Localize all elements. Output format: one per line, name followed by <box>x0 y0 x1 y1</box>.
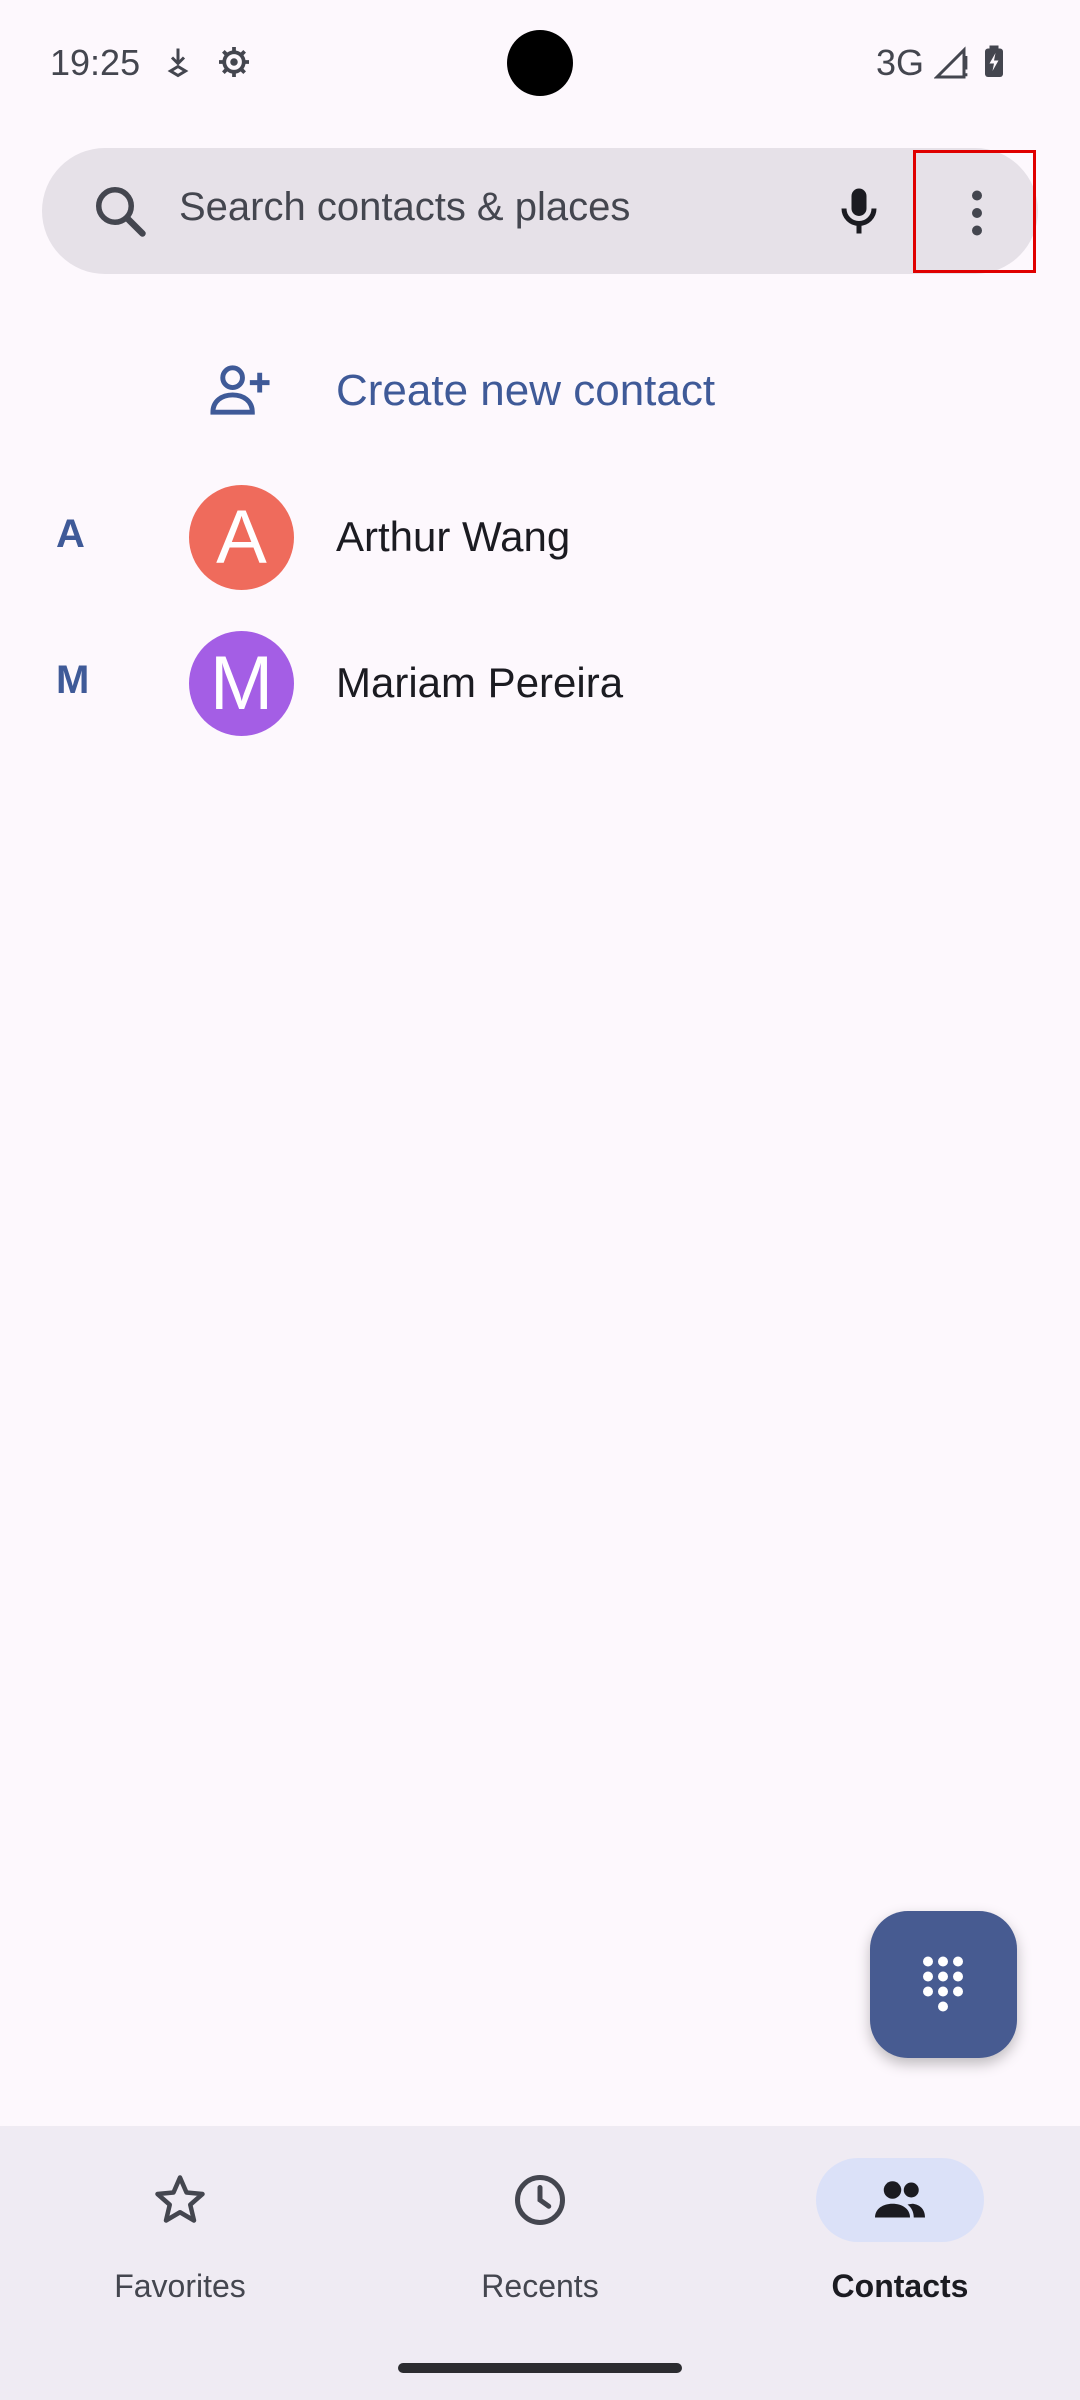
front-camera <box>507 30 573 96</box>
network-type: 3G <box>876 42 925 83</box>
create-new-contact-label: Create new contact <box>336 366 716 415</box>
contact-name: Mariam Pereira <box>336 659 624 706</box>
section-letter: M <box>56 658 90 702</box>
home-indicator[interactable] <box>398 2363 682 2373</box>
battery-charging-icon <box>985 45 1003 77</box>
search-icon <box>96 187 146 237</box>
dialpad-button[interactable] <box>870 1911 1017 2058</box>
download-icon <box>167 48 189 78</box>
clock-icon <box>515 2175 565 2225</box>
settings-icon <box>219 47 249 77</box>
nav-item-contacts[interactable]: Contacts <box>720 2126 1080 2346</box>
nav-label-favorites: Favorites <box>114 2268 246 2304</box>
nav-label-recents: Recents <box>481 2268 599 2304</box>
status-time: 19:25 <box>50 42 141 83</box>
more-vert-icon <box>972 190 982 236</box>
mic-icon[interactable] <box>829 181 889 241</box>
star-outline-icon <box>155 2175 205 2223</box>
bottom-navigation: Favorites Recents Contacts <box>0 2126 1080 2400</box>
signal-icon <box>934 46 968 79</box>
contact-name: Arthur Wang <box>336 513 571 560</box>
create-new-contact-button[interactable]: Create new contact <box>0 330 1080 450</box>
status-bar: 19:25 3G <box>0 0 1080 130</box>
avatar: A <box>189 485 294 590</box>
nav-item-favorites[interactable]: Favorites <box>0 2126 360 2346</box>
people-icon <box>875 2181 925 2218</box>
section-letter: A <box>56 512 85 556</box>
contact-row-arthur-wang[interactable]: A A Arthur Wang <box>0 468 1080 608</box>
avatar: M <box>189 631 294 736</box>
nav-label-contacts: Contacts <box>831 2268 969 2304</box>
search-input[interactable]: Search contacts & places <box>179 185 630 230</box>
more-options-button[interactable] <box>913 150 1036 273</box>
person-add-icon <box>210 365 270 415</box>
search-bar[interactable]: Search contacts & places <box>42 148 1038 274</box>
nav-item-recents[interactable]: Recents <box>360 2126 720 2346</box>
contact-row-mariam-pereira[interactable]: M M Mariam Pereira <box>0 614 1080 754</box>
dialpad-icon <box>923 1956 963 2012</box>
